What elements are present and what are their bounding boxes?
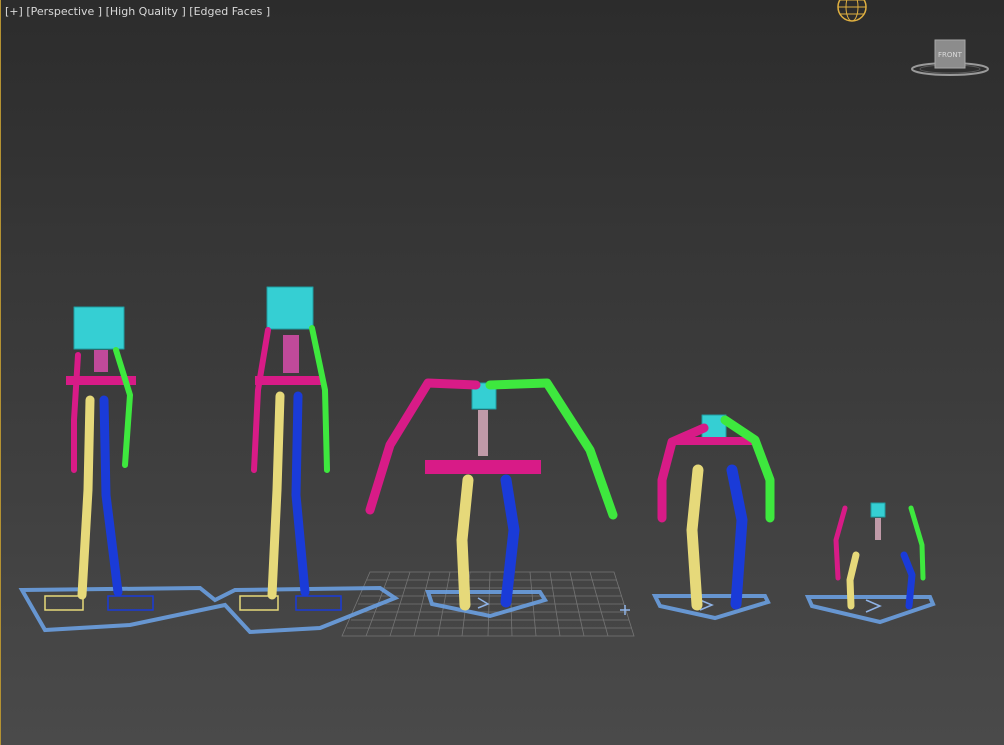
biped-2-head[interactable] <box>266 286 314 330</box>
biped-5[interactable] <box>833 502 926 610</box>
biped-3-neck[interactable] <box>478 410 488 456</box>
viewcube-face-label: FRONT <box>938 51 963 59</box>
steering-wheel-icon[interactable] <box>837 0 867 22</box>
biped-3-left-arm[interactable] <box>365 378 481 515</box>
biped-1[interactable] <box>66 306 136 600</box>
biped-2[interactable] <box>251 286 330 600</box>
biped-2-left-leg[interactable] <box>267 391 285 600</box>
biped-3-left-leg[interactable] <box>456 474 474 611</box>
biped-3-right-leg[interactable] <box>500 474 520 608</box>
biped-1-neck[interactable] <box>94 350 108 372</box>
biped-4[interactable] <box>657 414 775 611</box>
biped-5-left-arm[interactable] <box>833 505 848 581</box>
biped-5-right-arm[interactable] <box>908 505 926 581</box>
viewcube[interactable]: FRONT <box>911 39 989 76</box>
biped-4-left-leg[interactable] <box>686 464 704 611</box>
biped-2-neck[interactable] <box>283 335 299 373</box>
biped-1-right-leg[interactable] <box>99 395 123 597</box>
biped-1-head[interactable] <box>73 306 125 350</box>
biped-5-neck[interactable] <box>875 518 881 540</box>
biped-2-pelvis[interactable] <box>255 376 321 385</box>
biped-2-right-arm[interactable] <box>309 325 330 473</box>
biped-1-left-leg[interactable] <box>77 395 95 600</box>
biped-1-right-arm[interactable] <box>113 347 133 468</box>
biped-1-left-arm[interactable] <box>71 352 81 473</box>
biped-4-right-leg[interactable] <box>726 464 748 610</box>
viewport-perspective[interactable]: [+] [Perspective ] [High Quality ] [Edge… <box>0 0 1004 745</box>
biped-2-left-arm[interactable] <box>251 327 271 473</box>
biped-3-pelvis[interactable] <box>425 460 541 474</box>
footsteps-4[interactable] <box>651 594 771 621</box>
biped-2-right-leg[interactable] <box>291 391 310 597</box>
biped-5-head[interactable] <box>870 502 886 518</box>
scene-canvas[interactable]: FRONT <box>0 0 1004 745</box>
